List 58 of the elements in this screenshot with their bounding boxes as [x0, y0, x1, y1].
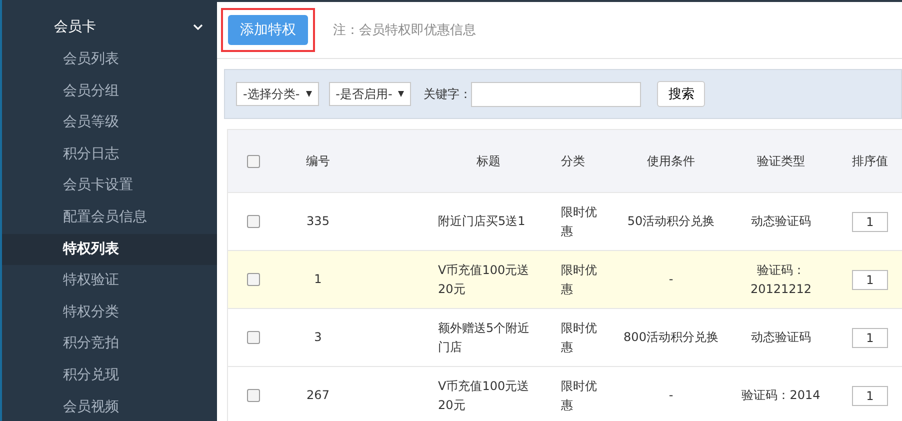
sidebar-item[interactable]: 会员列表 — [2, 44, 217, 76]
sort-value-field[interactable]: 1 — [852, 270, 888, 290]
select-all-checkbox[interactable] — [246, 154, 260, 168]
table-cell-text: - — [668, 387, 674, 404]
sidebar-item[interactable]: 会员等级 — [2, 107, 217, 139]
table-cell-text: 800活动积分兑换 — [624, 329, 718, 346]
table-cell-text: 限时优惠 — [561, 320, 598, 356]
column-header: 标题 — [476, 152, 500, 170]
table-cell-text: 335 — [306, 213, 330, 230]
sidebar-item[interactable]: 积分兑现 — [2, 360, 217, 392]
table-cell-text: 额外赠送5个附近门店 — [438, 320, 531, 356]
sort-value-field[interactable]: 1 — [852, 328, 888, 348]
add-button[interactable]: 添加特权 — [228, 15, 308, 45]
table-cell-text: 50活动积分兑换 — [627, 213, 715, 230]
table-cell-text: V币充值100元送20元 — [438, 378, 530, 414]
sidebar-item[interactable]: 积分日志 — [2, 138, 217, 170]
sort-value-field[interactable]: 1 — [852, 386, 888, 406]
table-cell-text: 动态验证码 — [751, 213, 811, 230]
table-cell-text: 验证码：2014 — [742, 387, 820, 404]
table-cell-text: 动态验证码 — [751, 329, 811, 346]
column-header: 验证类型 — [757, 152, 805, 170]
column-header: 排序值 — [852, 152, 888, 170]
table-cell-text: 1 — [314, 271, 322, 288]
sidebar-item[interactable]: 会员分组 — [2, 76, 217, 108]
keyword-label: 关键字： — [423, 86, 472, 102]
sidebar-item[interactable]: 特权分类 — [2, 296, 217, 328]
sidebar-item[interactable]: 配置会员信息 — [2, 202, 217, 234]
column-header: 编号 — [306, 152, 330, 170]
table-cell-text: 限时优惠 — [561, 378, 598, 414]
sort-value-field[interactable]: 1 — [852, 212, 888, 232]
table-cell-text: 限时优惠 — [561, 262, 598, 298]
column-header: 分类 — [561, 152, 585, 170]
row-checkbox[interactable] — [246, 215, 260, 228]
row-checkbox[interactable] — [246, 273, 260, 286]
sidebar-group-label: 会员卡 — [54, 18, 96, 36]
table-cell-text: V币充值100元送20元 — [438, 262, 530, 298]
sidebar-item[interactable]: 特权列表 — [2, 234, 217, 266]
category-select[interactable]: -选择分类- — [236, 82, 319, 106]
keyword-field[interactable] — [471, 82, 642, 106]
sidebar-item[interactable]: 特权验证 — [2, 265, 217, 297]
sidebar-item[interactable]: 积分竞拍 — [2, 328, 217, 360]
table-cell-text: 267 — [306, 387, 330, 404]
dropdown-icon — [398, 91, 404, 97]
column-header: 使用条件 — [647, 152, 695, 170]
sidebar-group[interactable]: 会员卡 — [2, 10, 217, 44]
search-button[interactable]: 搜索 — [657, 81, 706, 107]
table-cell-text: 3 — [314, 329, 322, 346]
sidebar-item[interactable]: 会员视频 — [2, 392, 217, 421]
sidebar-item[interactable]: 会员卡设置 — [2, 170, 217, 202]
table-cell-text: 限时优惠 — [561, 204, 598, 240]
table-cell-text: 验证码：20121212 — [749, 262, 813, 298]
row-checkbox[interactable] — [246, 331, 260, 344]
dropdown-icon — [306, 91, 312, 97]
row-checkbox[interactable] — [246, 389, 260, 402]
note-text: 注：会员特权即优惠信息 — [333, 22, 476, 39]
table-cell-text: - — [668, 271, 674, 288]
enabled-select[interactable]: -是否启用- — [328, 82, 412, 106]
table-cell-text: 附近门店买5送1 — [438, 213, 526, 230]
